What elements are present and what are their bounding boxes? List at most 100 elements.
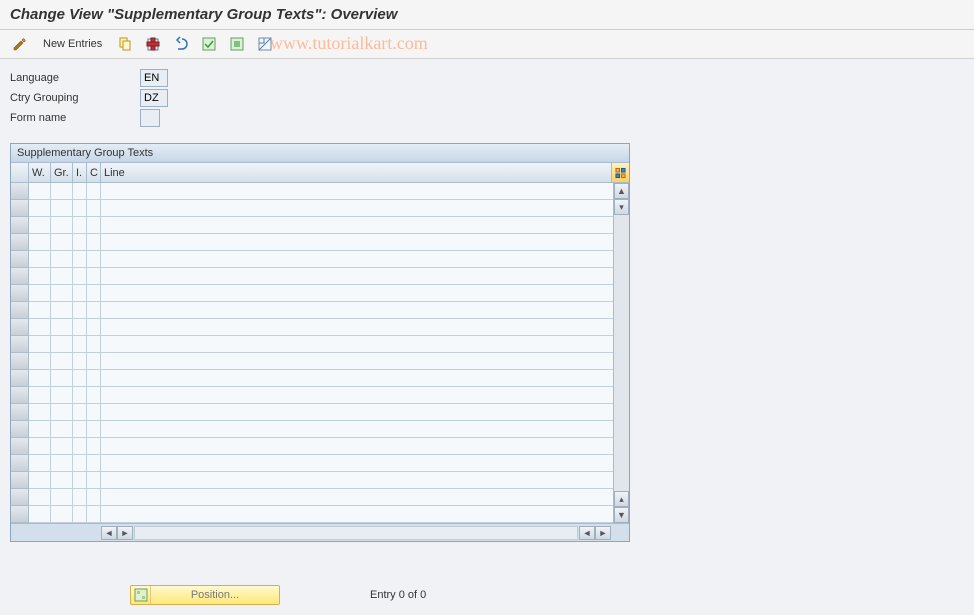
table-cell[interactable]: [51, 489, 72, 506]
table-cell[interactable]: [101, 183, 613, 200]
table-cell[interactable]: [51, 404, 72, 421]
table-cell[interactable]: [51, 200, 72, 217]
table-cell[interactable]: [29, 370, 50, 387]
row-selector[interactable]: [11, 489, 29, 506]
row-selector[interactable]: [11, 421, 29, 438]
row-selector[interactable]: [11, 506, 29, 523]
table-cell[interactable]: [51, 319, 72, 336]
table-cell[interactable]: [51, 268, 72, 285]
table-cell[interactable]: [51, 370, 72, 387]
table-cell[interactable]: [29, 472, 50, 489]
column-header-c[interactable]: C: [87, 163, 101, 182]
table-settings-icon[interactable]: [611, 163, 629, 182]
table-cell[interactable]: [51, 217, 72, 234]
table-cell[interactable]: [73, 302, 86, 319]
row-selector[interactable]: [11, 234, 29, 251]
table-cell[interactable]: [101, 353, 613, 370]
column-header-w[interactable]: W.: [29, 163, 51, 182]
scroll-right-step-icon[interactable]: ◄: [579, 526, 595, 540]
table-cell[interactable]: [101, 200, 613, 217]
table-cell[interactable]: [51, 302, 72, 319]
delete-icon[interactable]: [141, 34, 165, 54]
table-cell[interactable]: [87, 268, 100, 285]
row-selector[interactable]: [11, 268, 29, 285]
select-all-icon[interactable]: [197, 34, 221, 54]
table-cell[interactable]: [29, 438, 50, 455]
table-cell[interactable]: [87, 472, 100, 489]
table-cell[interactable]: [29, 251, 50, 268]
table-cell[interactable]: [29, 489, 50, 506]
table-cell[interactable]: [29, 455, 50, 472]
table-cell[interactable]: [101, 438, 613, 455]
table-cell[interactable]: [101, 302, 613, 319]
table-cell[interactable]: [87, 438, 100, 455]
table-cell[interactable]: [51, 506, 72, 523]
scroll-left-icon[interactable]: ◄: [101, 526, 117, 540]
table-cell[interactable]: [51, 387, 72, 404]
row-selector[interactable]: [11, 353, 29, 370]
table-cell[interactable]: [51, 472, 72, 489]
table-cell[interactable]: [29, 404, 50, 421]
form-name-input[interactable]: [140, 109, 160, 127]
copy-as-icon[interactable]: [113, 34, 137, 54]
table-cell[interactable]: [101, 472, 613, 489]
undo-icon[interactable]: [169, 34, 193, 54]
row-selector[interactable]: [11, 472, 29, 489]
row-selector[interactable]: [11, 404, 29, 421]
table-cell[interactable]: [87, 387, 100, 404]
table-cell[interactable]: [101, 489, 613, 506]
table-cell[interactable]: [29, 336, 50, 353]
table-cell[interactable]: [73, 506, 86, 523]
table-cell[interactable]: [87, 302, 100, 319]
table-cell[interactable]: [73, 217, 86, 234]
row-selector[interactable]: [11, 251, 29, 268]
table-cell[interactable]: [73, 472, 86, 489]
table-cell[interactable]: [101, 319, 613, 336]
row-selector[interactable]: [11, 285, 29, 302]
table-cell[interactable]: [73, 353, 86, 370]
column-header-i[interactable]: I.: [73, 163, 87, 182]
table-cell[interactable]: [87, 353, 100, 370]
table-cell[interactable]: [87, 336, 100, 353]
row-selector[interactable]: [11, 183, 29, 200]
table-cell[interactable]: [29, 285, 50, 302]
table-cell[interactable]: [51, 353, 72, 370]
table-cell[interactable]: [51, 251, 72, 268]
deselect-all-icon[interactable]: [253, 34, 277, 54]
vertical-scrollbar[interactable]: ▲ ▾ ▴ ▼: [613, 183, 629, 523]
table-cell[interactable]: [29, 234, 50, 251]
row-selector[interactable]: [11, 336, 29, 353]
table-cell[interactable]: [101, 251, 613, 268]
horizontal-scrollbar[interactable]: ◄ ► ◄ ►: [11, 523, 629, 541]
new-entries-button[interactable]: New Entries: [36, 34, 109, 54]
table-cell[interactable]: [87, 251, 100, 268]
table-cell[interactable]: [29, 268, 50, 285]
table-cell[interactable]: [73, 489, 86, 506]
table-cell[interactable]: [29, 183, 50, 200]
table-cell[interactable]: [87, 183, 100, 200]
scroll-up-icon[interactable]: ▲: [614, 183, 629, 199]
table-cell[interactable]: [51, 438, 72, 455]
table-cell[interactable]: [87, 319, 100, 336]
table-cell[interactable]: [73, 285, 86, 302]
language-input[interactable]: [140, 69, 168, 87]
row-selector[interactable]: [11, 387, 29, 404]
table-cell[interactable]: [51, 421, 72, 438]
column-header-gr[interactable]: Gr.: [51, 163, 73, 182]
table-cell[interactable]: [87, 370, 100, 387]
row-selector[interactable]: [11, 319, 29, 336]
table-cell[interactable]: [101, 455, 613, 472]
scroll-right-icon[interactable]: ►: [595, 526, 611, 540]
table-cell[interactable]: [51, 183, 72, 200]
table-cell[interactable]: [51, 455, 72, 472]
table-cell[interactable]: [101, 506, 613, 523]
table-cell[interactable]: [87, 489, 100, 506]
table-cell[interactable]: [101, 285, 613, 302]
table-cell[interactable]: [87, 455, 100, 472]
table-cell[interactable]: [29, 353, 50, 370]
scroll-left-step-icon[interactable]: ►: [117, 526, 133, 540]
table-cell[interactable]: [87, 217, 100, 234]
table-cell[interactable]: [101, 387, 613, 404]
table-cell[interactable]: [73, 268, 86, 285]
table-cell[interactable]: [101, 336, 613, 353]
